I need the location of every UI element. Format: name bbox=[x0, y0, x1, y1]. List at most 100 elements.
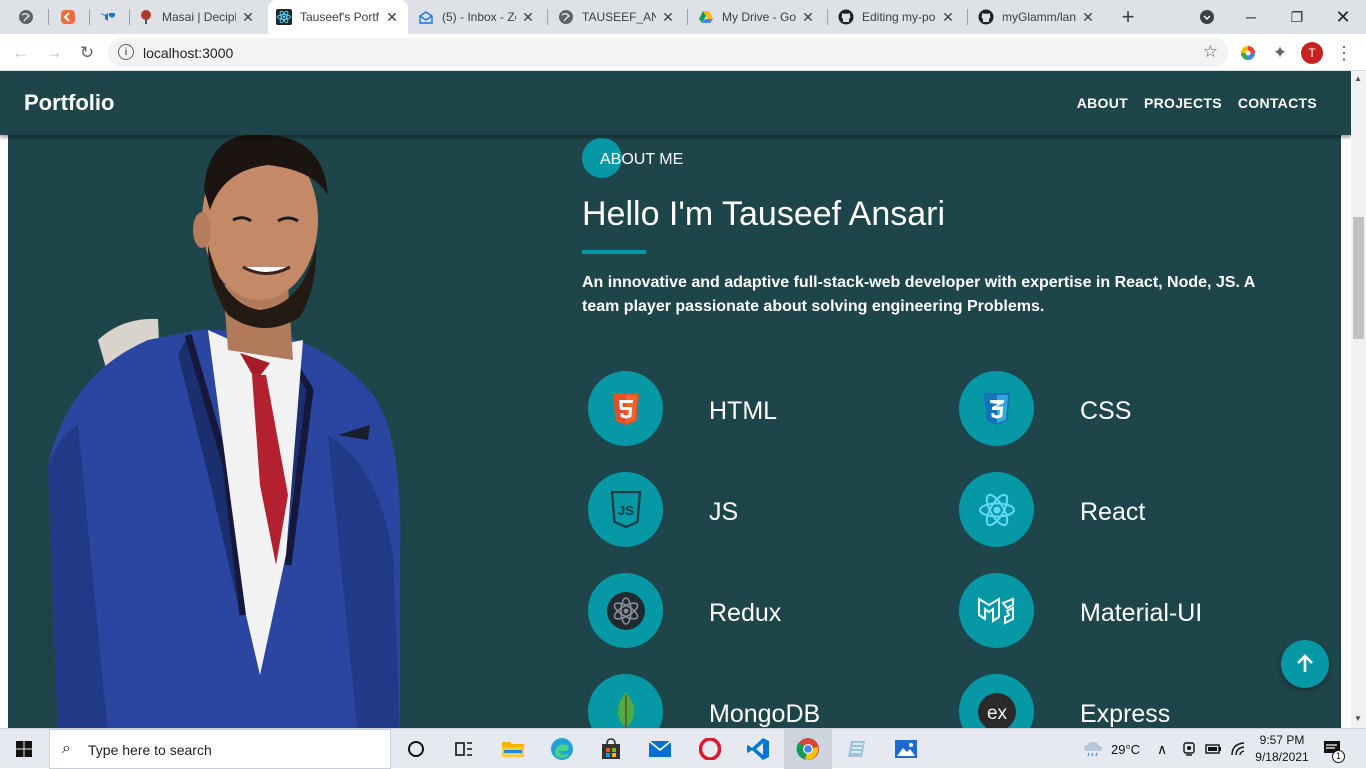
reload-icon: ↻ bbox=[79, 43, 95, 62]
forward-button[interactable]: → bbox=[40, 39, 68, 67]
vscode-button[interactable] bbox=[734, 729, 782, 769]
opera-button[interactable] bbox=[686, 729, 734, 769]
opera-icon bbox=[699, 738, 721, 760]
tab-github-myglamm[interactable]: myGlamm/lan ✕ bbox=[970, 0, 1104, 34]
tab-search-button[interactable] bbox=[1193, 3, 1221, 31]
file-explorer-button[interactable] bbox=[489, 729, 537, 769]
about-label: ABOUT ME bbox=[600, 151, 684, 168]
skill-label: CSS bbox=[1080, 397, 1132, 425]
tab-title: Masai | Deciph bbox=[162, 10, 236, 24]
tab-title: My Drive - Go bbox=[722, 10, 796, 24]
photos-icon bbox=[895, 740, 917, 758]
reload-button[interactable]: ↻ bbox=[73, 39, 101, 67]
minimize-button[interactable]: ─ bbox=[1228, 0, 1274, 34]
device-icon bbox=[1183, 742, 1195, 756]
start-button[interactable] bbox=[0, 729, 48, 769]
close-icon[interactable]: ✕ bbox=[1080, 9, 1096, 25]
tab-globe[interactable] bbox=[10, 0, 46, 34]
tray-meet[interactable] bbox=[1182, 729, 1196, 769]
about-section: ABOUT ME Hello I'm Tauseef Ansari An inn… bbox=[8, 135, 1341, 728]
app-button[interactable] bbox=[833, 729, 881, 769]
github-icon bbox=[978, 9, 994, 25]
tab-portfolio[interactable]: Tauseef's Portf ✕ bbox=[268, 0, 408, 34]
address-bar[interactable]: i localhost:3000 ☆ bbox=[108, 38, 1228, 67]
react-icon bbox=[978, 493, 1015, 526]
color-picker-icon bbox=[1239, 44, 1257, 62]
close-icon[interactable]: ✕ bbox=[384, 9, 400, 25]
css3-icon bbox=[983, 392, 1010, 425]
back-button[interactable]: ← bbox=[7, 39, 35, 67]
close-icon[interactable]: ✕ bbox=[240, 9, 256, 25]
skill-label: Material-UI bbox=[1080, 599, 1203, 627]
battery-indicator[interactable] bbox=[1204, 729, 1222, 769]
scroll-to-top-button[interactable] bbox=[1281, 640, 1329, 688]
puzzle-icon: ✦ bbox=[1272, 43, 1288, 62]
notification-center-button[interactable]: 1 bbox=[1322, 729, 1346, 769]
wifi-indicator[interactable] bbox=[1230, 729, 1248, 769]
globe-icon bbox=[558, 9, 574, 25]
profile-photo bbox=[48, 135, 401, 728]
close-icon[interactable]: ✕ bbox=[800, 9, 816, 25]
info-icon[interactable]: i bbox=[118, 44, 134, 60]
bio-text: An innovative and adaptive full-stack-we… bbox=[582, 274, 1255, 315]
clock-time: 9:57 PM bbox=[1259, 733, 1305, 747]
cortana-button[interactable] bbox=[392, 729, 440, 769]
chrome-button[interactable] bbox=[784, 729, 832, 769]
weather-widget[interactable]: 29°C bbox=[1082, 729, 1140, 769]
vertical-scrollbar[interactable]: ▲ ▼ bbox=[1351, 71, 1366, 728]
tab-inbox[interactable]: (5) - Inbox - Zo ✕ bbox=[410, 0, 544, 34]
search-placeholder: Type here to search bbox=[88, 742, 212, 758]
tab-material-ui[interactable] bbox=[92, 0, 128, 34]
app-icon bbox=[60, 9, 76, 25]
windows-logo-icon bbox=[16, 741, 32, 757]
scroll-down-icon[interactable]: ▼ bbox=[1354, 714, 1362, 723]
close-icon[interactable]: ✕ bbox=[520, 9, 536, 25]
system-clock[interactable]: 9:57 PM 9/18/2021 bbox=[1252, 732, 1312, 766]
extension-color-button[interactable] bbox=[1234, 39, 1262, 67]
store-button[interactable] bbox=[587, 729, 635, 769]
edge-button[interactable] bbox=[538, 729, 586, 769]
cloud-rain-icon bbox=[1084, 741, 1102, 757]
task-view-icon bbox=[455, 742, 472, 756]
mail-button[interactable] bbox=[636, 729, 684, 769]
photos-button[interactable] bbox=[882, 729, 930, 769]
navbar: Portfolio ABOUT PROJECTS CONTACTS bbox=[0, 71, 1351, 135]
scrollbar-thumb[interactable] bbox=[1353, 217, 1364, 339]
extensions-button[interactable]: ✦ bbox=[1266, 39, 1294, 67]
store-icon bbox=[602, 738, 620, 759]
profile-button[interactable]: T bbox=[1298, 39, 1326, 67]
drive-icon bbox=[698, 9, 714, 25]
chevron-down-icon bbox=[1199, 9, 1215, 25]
notepad-icon bbox=[848, 741, 865, 757]
tab-github-editing[interactable]: Editing my-po ✕ bbox=[830, 0, 964, 34]
nav-about[interactable]: ABOUT bbox=[1077, 95, 1128, 111]
tab-app[interactable] bbox=[52, 0, 88, 34]
minimize-icon: ─ bbox=[1246, 9, 1256, 25]
menu-button[interactable]: ⋮ bbox=[1330, 39, 1358, 67]
html5-icon bbox=[612, 392, 639, 425]
star-icon[interactable]: ☆ bbox=[1203, 42, 1218, 62]
scroll-up-icon[interactable]: ▲ bbox=[1354, 74, 1362, 83]
svg-text:JS: JS bbox=[618, 503, 634, 518]
arrow-up-icon bbox=[1297, 654, 1313, 672]
nav-projects[interactable]: PROJECTS bbox=[1144, 95, 1222, 111]
tab-drive[interactable]: My Drive - Go ✕ bbox=[690, 0, 824, 34]
brand-logo[interactable]: Portfolio bbox=[24, 90, 114, 116]
tab-tauseef[interactable]: TAUSEEF_ANS ✕ bbox=[550, 0, 684, 34]
tab-masai[interactable]: Masai | Deciph ✕ bbox=[130, 0, 264, 34]
react-icon bbox=[276, 9, 292, 25]
close-icon[interactable]: ✕ bbox=[660, 9, 676, 25]
temperature: 29°C bbox=[1111, 741, 1141, 757]
search-icon: ⌕ bbox=[62, 740, 71, 757]
new-tab-button[interactable]: + bbox=[1114, 3, 1142, 31]
window-close-button[interactable]: ✕ bbox=[1320, 0, 1366, 34]
javascript-icon: JS bbox=[610, 490, 641, 528]
task-view-button[interactable] bbox=[440, 729, 488, 769]
restore-button[interactable]: ❐ bbox=[1274, 0, 1320, 34]
tray-chevron[interactable]: ∧ bbox=[1157, 729, 1167, 769]
windows-taskbar: ⌕ Type here to search 29°C ∧ 9:57 PM 9/1… bbox=[0, 728, 1366, 769]
taskbar-search-box[interactable]: ⌕ Type here to search bbox=[49, 729, 391, 769]
nav-contacts[interactable]: CONTACTS bbox=[1238, 95, 1317, 111]
close-icon[interactable]: ✕ bbox=[940, 9, 956, 25]
close-icon: ✕ bbox=[1335, 6, 1351, 27]
